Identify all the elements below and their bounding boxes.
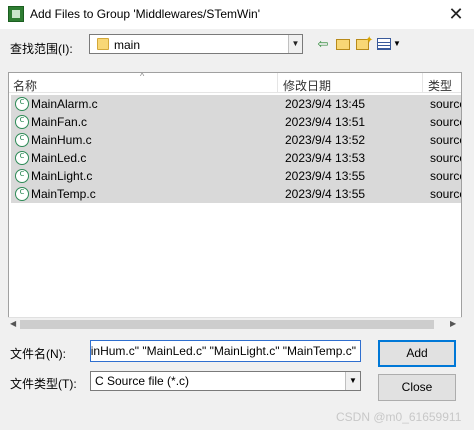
view-dropdown-icon: ▼ [393,39,401,48]
c-file-icon [15,115,29,129]
column-header-type[interactable]: 类型 [428,77,452,94]
title-bar: Add Files to Group 'Middlewares/STemWin'… [0,0,474,29]
sort-indicator-icon: ^ [140,72,145,81]
file-date: 2023/9/4 13:53 [285,151,366,165]
chevron-down-icon[interactable]: ▼ [288,35,302,53]
file-date: 2023/9/4 13:55 [285,169,366,183]
file-date: 2023/9/4 13:52 [285,133,366,147]
details-view-icon [377,38,391,50]
file-name: MainTemp.c [31,187,96,201]
watermark-text: CSDN @m0_61659911 [336,410,462,424]
close-window-icon[interactable]: ✕ [445,3,467,25]
c-file-icon [15,97,29,111]
file-row[interactable]: MainTemp.c 2023/9/4 13:55 source [11,185,461,203]
file-type: source [430,151,461,165]
file-type-select[interactable]: C Source file (*.c) ▼ [90,371,361,391]
view-menu-icon[interactable]: ▼ [377,36,403,52]
close-button[interactable]: Close [378,374,456,401]
file-date: 2023/9/4 13:45 [285,97,366,111]
file-name-input[interactable]: inHum.c" "MainLed.c" "MainLight.c" "Main… [90,340,361,362]
up-folder-icon[interactable] [335,36,351,52]
file-type: source [430,187,461,201]
file-name-value: inHum.c" "MainLed.c" "MainLight.c" "Main… [90,344,356,358]
file-row[interactable]: MainHum.c 2023/9/4 13:52 source [11,131,461,149]
file-name-label: 文件名(N): [10,347,66,361]
file-type: source [430,97,461,111]
file-name: MainAlarm.c [31,97,98,111]
scroll-right-icon[interactable]: ▶ [450,319,456,328]
scrollbar-thumb[interactable] [20,320,434,329]
scroll-left-icon[interactable]: ◀ [10,319,16,328]
window-title: Add Files to Group 'Middlewares/STemWin' [30,7,260,21]
look-in-combo[interactable]: main ▼ [89,34,303,54]
file-name: MainHum.c [31,133,92,147]
back-arrow-icon[interactable]: ⇦ [315,36,331,52]
look-in-label: 查找范围(I): [10,42,73,56]
file-type: source [430,133,461,147]
new-folder-icon[interactable]: ✦ [355,35,373,52]
column-header-name[interactable]: 名称 [13,77,37,94]
file-date: 2023/9/4 13:51 [285,115,366,129]
file-row[interactable]: MainLight.c 2023/9/4 13:55 source [11,167,461,185]
c-file-icon [15,151,29,165]
file-type-value: C Source file (*.c) [95,374,190,388]
c-file-icon [15,133,29,147]
c-file-icon [15,169,29,183]
horizontal-scrollbar[interactable]: ◀ ▶ [8,317,462,331]
folder-icon [97,38,109,50]
app-icon [8,6,24,22]
column-header-date[interactable]: 修改日期 [283,77,331,94]
file-date: 2023/9/4 13:55 [285,187,366,201]
file-row[interactable]: MainLed.c 2023/9/4 13:53 source [11,149,461,167]
file-row[interactable]: MainFan.c 2023/9/4 13:51 source [11,113,461,131]
file-type: source [430,169,461,183]
list-header: ^ 名称 修改日期 类型 [9,72,461,94]
file-name: MainLight.c [31,169,93,183]
file-name: MainFan.c [31,115,88,129]
folder-up-shape [336,39,350,50]
file-type: source [430,115,461,129]
look-in-value: main [114,38,141,52]
chevron-down-icon[interactable]: ▼ [345,372,360,390]
file-row[interactable]: MainAlarm.c 2023/9/4 13:45 source [11,95,461,113]
add-button[interactable]: Add [378,340,456,367]
file-name: MainLed.c [31,151,87,165]
c-file-icon [15,187,29,201]
file-type-label: 文件类型(T): [10,377,77,391]
file-list[interactable]: ^ 名称 修改日期 类型 MainAlarm.c 2023/9/4 13:45 … [8,72,462,331]
